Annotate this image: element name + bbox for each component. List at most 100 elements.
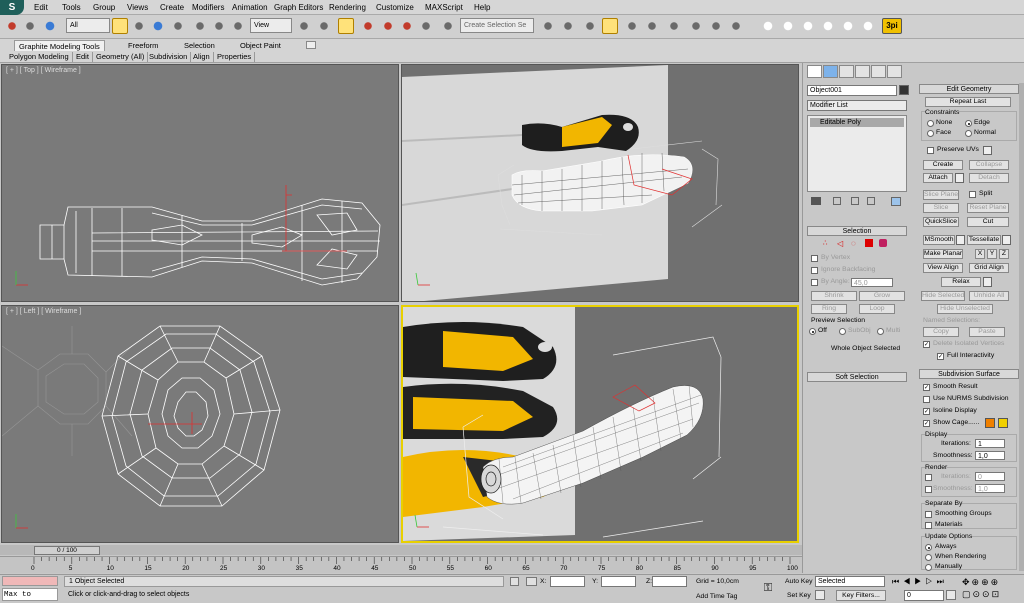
rendered-frame-icon[interactable] xyxy=(708,18,724,34)
curve-editor-icon[interactable] xyxy=(624,18,640,34)
ribbon-properties[interactable]: Properties xyxy=(214,52,256,62)
menu-group[interactable]: Group xyxy=(93,3,115,12)
motion-tab-icon[interactable] xyxy=(855,65,870,78)
plugin-3pi-button[interactable]: 3pi xyxy=(882,18,902,34)
menu-modifiers[interactable]: Modifiers xyxy=(192,3,224,12)
angle-snap-icon[interactable] xyxy=(380,18,396,34)
window-crossing-icon[interactable] xyxy=(170,18,186,34)
current-frame-field[interactable]: 0 xyxy=(904,590,944,601)
key-set-dropdown[interactable]: Selected xyxy=(815,576,885,587)
paste-button[interactable]: Paste xyxy=(969,327,1005,337)
rect-selection-icon[interactable] xyxy=(150,18,166,34)
menu-views[interactable]: Views xyxy=(127,3,148,12)
viewport-left[interactable]: [ + ] [ Left ] [ Wireframe ] xyxy=(1,305,399,543)
undo-icon[interactable] xyxy=(4,18,20,34)
cage-color-2-swatch[interactable] xyxy=(998,418,1008,428)
attach-button[interactable]: Attach xyxy=(923,173,953,183)
selection-filter-dropdown[interactable]: All xyxy=(66,18,110,33)
unhide-all-button[interactable]: Unhide All xyxy=(969,291,1009,301)
split-checkbox[interactable] xyxy=(969,191,976,198)
render-iterations-checkbox[interactable] xyxy=(925,474,932,481)
render-setup-icon[interactable] xyxy=(688,18,704,34)
preserve-uvs-settings-icon[interactable] xyxy=(983,146,992,155)
reference-coordinate-dropdown[interactable]: View xyxy=(250,18,292,33)
tessellate-button[interactable]: Tessellate xyxy=(967,235,1001,245)
isoline-display-checkbox[interactable]: ✓ xyxy=(923,408,930,415)
y-coord-field[interactable] xyxy=(601,576,636,587)
redo-icon[interactable] xyxy=(22,18,38,34)
script-listener-input[interactable]: Max to Physc xyxy=(2,588,58,601)
delete-isolated-checkbox[interactable]: ✓ xyxy=(923,341,930,348)
layer-manager-icon[interactable] xyxy=(582,18,598,34)
cut-button[interactable]: Cut xyxy=(967,217,1009,227)
ribbon-tab-graphite[interactable]: Graphite Modeling Tools xyxy=(14,40,105,51)
auto-key-button[interactable]: Auto Key xyxy=(785,578,813,585)
ribbon-subdivision[interactable]: Subdivision xyxy=(146,52,192,62)
element-mode-icon[interactable] xyxy=(879,239,887,247)
attach-settings-icon[interactable] xyxy=(955,173,964,183)
render-production-icon[interactable] xyxy=(728,18,744,34)
ribbon-tab-selection[interactable]: Selection xyxy=(180,40,219,51)
menu-rendering[interactable]: Rendering xyxy=(329,3,366,12)
cage-color-1-swatch[interactable] xyxy=(985,418,995,428)
plugin-tool-2-icon[interactable] xyxy=(780,18,796,34)
update-manually-radio[interactable] xyxy=(925,564,932,571)
smoothing-groups-checkbox[interactable] xyxy=(925,511,932,518)
ignore-backfacing-checkbox[interactable] xyxy=(811,267,818,274)
full-interactivity-checkbox[interactable]: ✓ xyxy=(937,353,944,360)
loop-button[interactable]: Loop xyxy=(859,304,895,314)
move-icon[interactable] xyxy=(192,18,208,34)
edge-mode-icon[interactable]: ◁ xyxy=(837,239,845,248)
polygon-mode-icon[interactable] xyxy=(865,239,873,247)
preview-multi-radio[interactable] xyxy=(877,328,884,335)
plugin-tool-3-icon[interactable] xyxy=(800,18,816,34)
plugin-tool-5-icon[interactable] xyxy=(840,18,856,34)
mirror-icon[interactable] xyxy=(540,18,556,34)
menu-maxscript[interactable]: MAXScript xyxy=(425,3,463,12)
msmooth-button[interactable]: MSmooth xyxy=(923,235,955,245)
time-slider[interactable]: 0 / 100 xyxy=(34,546,100,555)
constraint-face-radio[interactable] xyxy=(927,130,934,137)
track-bar[interactable]: 0 5 10 15 20 25 30 35 40 45 50 55 60 65 70 75 80 85 90 95 10… xyxy=(0,556,802,573)
stack-item-editable-poly[interactable]: Editable Poly xyxy=(810,118,904,127)
angle-value-field[interactable]: 45,0 xyxy=(851,278,893,287)
planar-y-button[interactable]: Y xyxy=(987,249,997,259)
display-tab-icon[interactable] xyxy=(871,65,886,78)
display-smoothness-field[interactable]: 1,0 xyxy=(975,451,1005,460)
menu-animation[interactable]: Animation xyxy=(232,3,268,12)
remove-modifier-icon[interactable] xyxy=(867,197,875,205)
select-link-icon[interactable] xyxy=(42,18,58,34)
plugin-tool-1-icon[interactable] xyxy=(760,18,776,34)
relax-settings-icon[interactable] xyxy=(983,277,992,287)
create-button[interactable]: Create xyxy=(923,160,963,170)
render-smoothness-field[interactable]: 1,0 xyxy=(975,484,1005,493)
add-time-tag-button[interactable]: Add Time Tag xyxy=(696,593,737,600)
border-mode-icon[interactable]: ◌ xyxy=(851,239,859,248)
display-iterations-field[interactable]: 1 xyxy=(975,439,1005,448)
preview-subobj-radio[interactable] xyxy=(839,328,846,335)
grow-button[interactable]: Grow xyxy=(859,291,905,301)
ribbon-edit[interactable]: Edit xyxy=(73,52,93,62)
smooth-result-checkbox[interactable]: ✓ xyxy=(923,384,930,391)
set-keys-icon[interactable] xyxy=(815,590,825,600)
msmooth-settings-icon[interactable] xyxy=(956,235,965,245)
spinner-snap-icon[interactable] xyxy=(418,18,434,34)
pin-stack-icon[interactable] xyxy=(811,197,821,205)
graphite-toggle-icon[interactable] xyxy=(602,18,618,34)
align-icon[interactable] xyxy=(560,18,576,34)
preview-off-radio[interactable] xyxy=(809,328,816,335)
quickslice-button[interactable]: QuickSlice xyxy=(923,217,959,227)
reset-plane-button[interactable]: Reset Plane xyxy=(967,203,1009,213)
command-panel-scrollbar[interactable] xyxy=(1019,83,1024,571)
subdivision-rollout-header[interactable]: Subdivision Surface xyxy=(919,369,1019,379)
hide-selected-button[interactable]: Hide Selected xyxy=(921,291,965,301)
repeat-last-button[interactable]: Repeat Last xyxy=(925,97,1011,107)
use-nurms-checkbox[interactable] xyxy=(923,396,930,403)
viewport-navigation-controls[interactable]: ✥⊕⊕⊕ ▢⊙⊙⊡ xyxy=(962,576,1022,602)
menu-help[interactable]: Help xyxy=(474,3,490,12)
edit-geometry-rollout-header[interactable]: Edit Geometry xyxy=(919,84,1019,94)
modify-tab-icon[interactable] xyxy=(823,65,838,78)
preserve-uvs-checkbox[interactable] xyxy=(927,147,934,154)
lock-selection-icon[interactable] xyxy=(510,577,519,586)
relax-button[interactable]: Relax xyxy=(941,277,981,287)
